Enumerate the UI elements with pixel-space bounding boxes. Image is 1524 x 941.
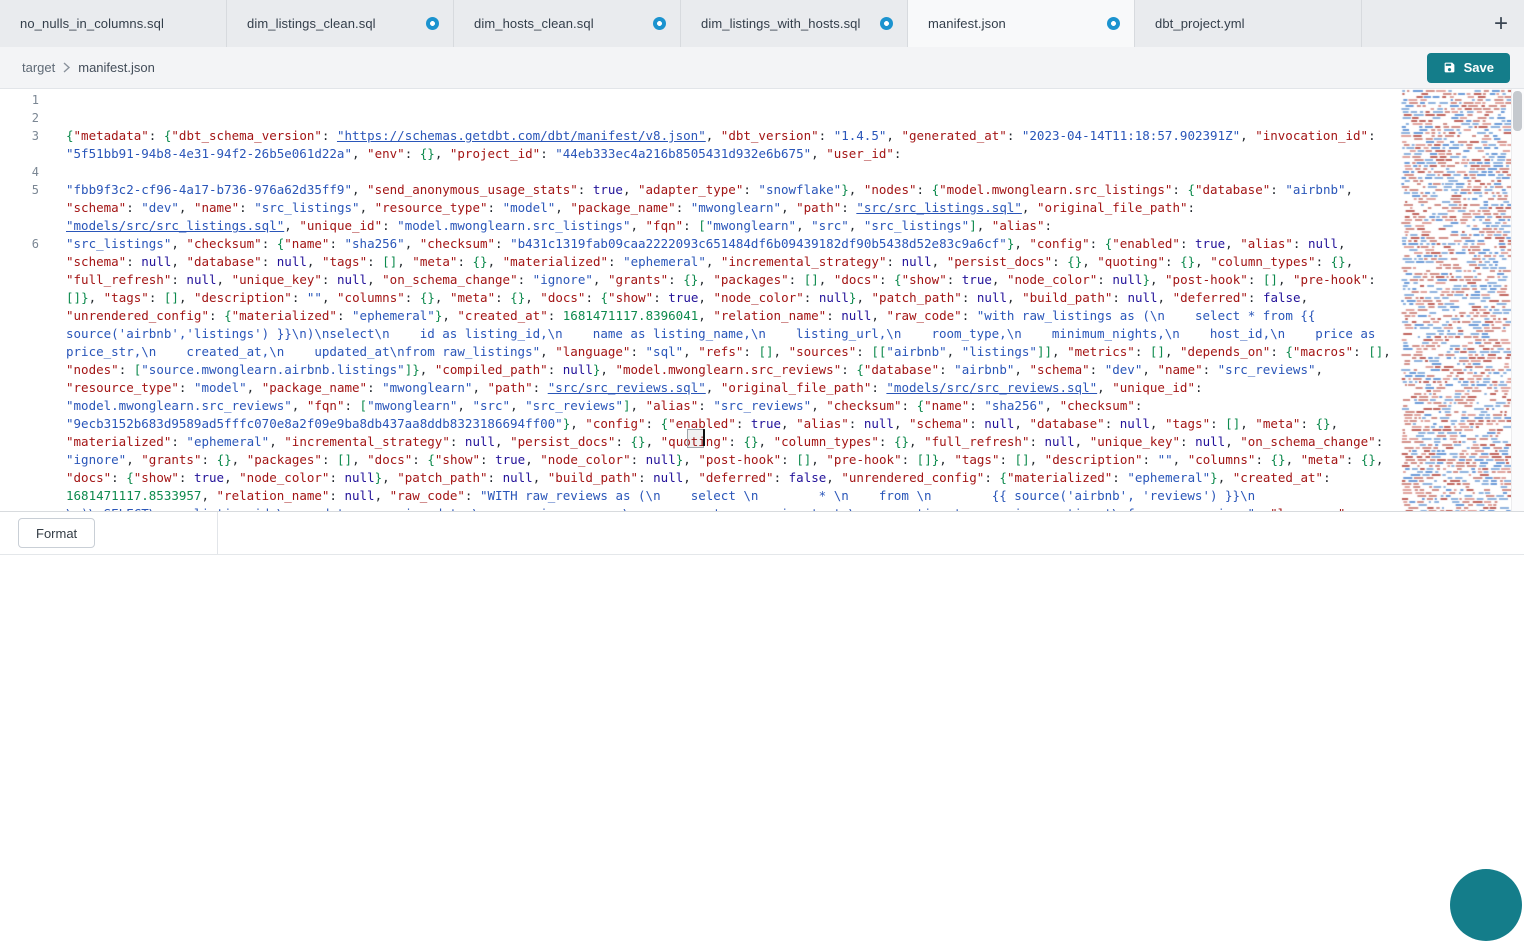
tab-no-nulls-in-columns-sql[interactable]: no_nulls_in_columns.sql xyxy=(0,0,227,47)
code-line[interactable]: 1 xyxy=(0,91,1400,109)
tab-dim-listings-with-hosts-sql[interactable]: dim_listings_with_hosts.sql xyxy=(681,0,908,47)
text-caret xyxy=(703,429,705,446)
code-line[interactable]: 6"src_listings", "checksum": {"name": "s… xyxy=(0,235,1400,511)
tab-dim-hosts-clean-sql[interactable]: dim_hosts_clean.sql xyxy=(454,0,681,47)
tab-label: dim_listings_with_hosts.sql xyxy=(701,16,861,31)
code-line-text xyxy=(66,91,1400,109)
line-number: 3 xyxy=(0,127,48,163)
code-line[interactable]: 2 xyxy=(0,109,1400,127)
line-number: 4 xyxy=(0,163,48,181)
line-number: 2 xyxy=(0,109,48,127)
code-editor[interactable]: 123 {"metadata": {"dbt_schema_version": "… xyxy=(0,89,1524,511)
unsaved-indicator-icon[interactable] xyxy=(1107,17,1120,30)
tab-label: dim_hosts_clean.sql xyxy=(474,16,594,31)
new-tab-button[interactable]: + xyxy=(1484,0,1518,47)
chevron-right-icon xyxy=(62,62,71,73)
code-line-text: "src_listings", "checksum": {"name": "sh… xyxy=(66,235,1400,511)
scrollbar-thumb[interactable] xyxy=(1513,91,1522,131)
tab-bar: no_nulls_in_columns.sql dim_listings_clea… xyxy=(0,0,1524,47)
line-number: 6 xyxy=(0,235,48,511)
code-line[interactable]: 4 xyxy=(0,163,1400,181)
line-number: 5 xyxy=(0,181,48,235)
unsaved-indicator-icon[interactable] xyxy=(426,17,439,30)
editor-scrollbar[interactable] xyxy=(1511,89,1524,511)
breadcrumb-bar: target manifest.json Save xyxy=(0,47,1524,89)
code-line-text: "fbb9f3c2-cf96-4a17-b736-976a62d35ff9", … xyxy=(66,181,1400,235)
unsaved-indicator-icon[interactable] xyxy=(880,17,893,30)
format-button[interactable]: Format xyxy=(18,518,95,548)
code-line-text xyxy=(66,109,1400,127)
tab-label: manifest.json xyxy=(928,16,1006,31)
minimap[interactable] xyxy=(1400,89,1511,511)
bottom-toolbar: Format xyxy=(0,511,1524,555)
breadcrumb-folder[interactable]: target xyxy=(22,60,55,75)
bottom-toolbar-cell: Format xyxy=(0,512,218,554)
results-panel xyxy=(0,555,1524,916)
tab-label: no_nulls_in_columns.sql xyxy=(20,16,164,31)
tab-dim-listings-clean-sql[interactable]: dim_listings_clean.sql xyxy=(227,0,454,47)
code-line-text xyxy=(66,163,1400,181)
line-number: 1 xyxy=(0,91,48,109)
tab-dbt-project-yml[interactable]: dbt_project.yml xyxy=(1135,0,1362,47)
tab-label: dim_listings_clean.sql xyxy=(247,16,376,31)
matching-bracket-highlight xyxy=(687,429,704,448)
breadcrumb-file[interactable]: manifest.json xyxy=(78,60,155,75)
save-icon xyxy=(1443,61,1456,74)
help-fab[interactable] xyxy=(1450,869,1522,941)
code-line[interactable]: 5 "fbb9f3c2-cf96-4a17-b736-976a62d35ff9",… xyxy=(0,181,1400,235)
code-line[interactable]: 3 {"metadata": {"dbt_schema_version": "ht… xyxy=(0,127,1400,163)
save-button[interactable]: Save xyxy=(1427,53,1510,83)
breadcrumb: target manifest.json xyxy=(22,60,155,75)
unsaved-indicator-icon[interactable] xyxy=(653,17,666,30)
save-button-label: Save xyxy=(1464,60,1494,75)
tab-manifest-json[interactable]: manifest.json xyxy=(908,0,1135,47)
tab-label: dbt_project.yml xyxy=(1155,16,1245,31)
code-line-text: {"metadata": {"dbt_schema_version": "htt… xyxy=(66,127,1400,163)
